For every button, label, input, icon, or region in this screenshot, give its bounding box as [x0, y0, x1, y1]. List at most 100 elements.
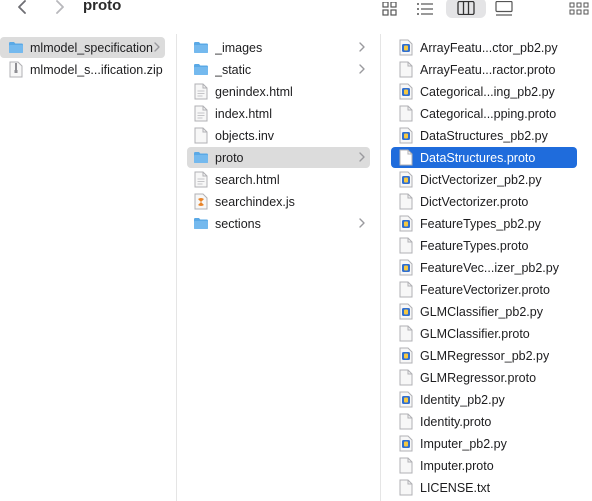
column-folder-contents: _images _static genindex.html index.html obj… [176, 34, 380, 501]
file-item-featurevectorizer-proto[interactable]: FeatureVectorizer.proto [391, 279, 577, 300]
gallery-icon [495, 1, 513, 16]
toolbar: proto [0, 0, 592, 26]
column-parent: mlmodel_specification mlmodel_s...ificati… [0, 34, 175, 501]
document-icon [193, 127, 209, 145]
document-icon [398, 413, 414, 431]
file-item-static[interactable]: _static [187, 59, 370, 80]
python-file-icon [398, 259, 414, 277]
file-item-label: FeatureTypes.proto [420, 238, 529, 253]
file-item-imputer-pb2-py[interactable]: Imputer_pb2.py [391, 433, 577, 454]
file-item-featurevec-izer-pb2-py[interactable]: FeatureVec...izer_pb2.py [391, 257, 577, 278]
file-item-sections[interactable]: sections [187, 213, 370, 234]
chevron-right-icon [154, 42, 160, 52]
group-grid-icon [569, 2, 589, 15]
file-item-featuretypes-proto[interactable]: FeatureTypes.proto [391, 235, 577, 256]
python-file-icon [398, 303, 414, 321]
folder-icon [193, 149, 209, 167]
file-item-search-html[interactable]: search.html [187, 169, 370, 190]
file-item-label: GLMClassifier.proto [420, 326, 530, 341]
file-item-label: _images [215, 40, 263, 55]
document-icon [398, 281, 414, 299]
file-item-identity-proto[interactable]: Identity.proto [391, 411, 577, 432]
file-item-glmclassifier-pb2-py[interactable]: GLMClassifier_pb2.py [391, 301, 577, 322]
file-item-label: GLMClassifier_pb2.py [420, 304, 543, 319]
js-file-icon [193, 193, 209, 211]
file-item-glmclassifier-proto[interactable]: GLMClassifier.proto [391, 323, 577, 344]
python-file-icon [398, 347, 414, 365]
file-item-glmregressor-pb2-py[interactable]: GLMRegressor_pb2.py [391, 345, 577, 366]
file-item-glmregressor-proto[interactable]: GLMRegressor.proto [391, 367, 577, 388]
python-file-icon [398, 391, 414, 409]
chevron-right-icon [359, 152, 365, 162]
file-item-label: search.html [215, 172, 280, 187]
grid-icon [382, 2, 397, 16]
document-icon [398, 457, 414, 475]
html-file-icon [193, 105, 209, 123]
file-item-index-html[interactable]: index.html [187, 103, 370, 124]
list-view-button[interactable] [414, 0, 436, 18]
file-item-label: genindex.html [215, 84, 293, 99]
window-title: proto [83, 0, 122, 14]
file-item-license-txt[interactable]: LICENSE.txt [391, 477, 577, 498]
file-item-searchindex-js[interactable]: searchindex.js [187, 191, 370, 212]
file-item-label: proto [215, 150, 244, 165]
group-button[interactable] [568, 0, 590, 18]
document-icon [398, 369, 414, 387]
document-icon [398, 193, 414, 211]
file-item-categorical-pping-proto[interactable]: Categorical...pping.proto [391, 103, 577, 124]
back-icon[interactable] [12, 0, 34, 18]
column-view-button[interactable] [446, 0, 486, 18]
file-item-label: _static [215, 62, 252, 77]
file-item-label: Identity.proto [420, 414, 492, 429]
file-item-genindex-html[interactable]: genindex.html [187, 81, 370, 102]
file-item-label: objects.inv [215, 128, 275, 143]
file-item-label: GLMRegressor.proto [420, 370, 537, 385]
list-icon [417, 3, 433, 15]
file-item-label: Categorical...ing_pb2.py [420, 84, 555, 99]
file-item-identity-pb2-py[interactable]: Identity_pb2.py [391, 389, 577, 410]
chevron-right-icon [359, 64, 365, 74]
folder-icon [193, 39, 209, 57]
html-file-icon [193, 83, 209, 101]
file-item-label: Imputer_pb2.py [420, 436, 507, 451]
gallery-view-button[interactable] [492, 0, 516, 18]
forward-icon[interactable] [48, 0, 70, 18]
column-proto-contents: ArrayFeatu...ctor_pb2.py ArrayFeatu...rac… [380, 34, 592, 501]
file-item-label: DataStructures.proto [420, 150, 536, 165]
file-item-label: searchindex.js [215, 194, 295, 209]
icon-view-button[interactable] [380, 0, 400, 18]
file-item-categorical-ing-pb2-py[interactable]: Categorical...ing_pb2.py [391, 81, 577, 102]
file-item-datastructures-proto[interactable]: DataStructures.proto [391, 147, 577, 168]
file-item-label: FeatureVectorizer.proto [420, 282, 550, 297]
file-item-label: mlmodel_specification [30, 40, 153, 55]
file-item-imputer-proto[interactable]: Imputer.proto [391, 455, 577, 476]
file-item-featuretypes-pb2-py[interactable]: FeatureTypes_pb2.py [391, 213, 577, 234]
file-item-proto[interactable]: proto [187, 147, 370, 168]
folder-icon [193, 215, 209, 233]
file-item-images[interactable]: _images [187, 37, 370, 58]
file-item-arrayfeatu-ractor-proto[interactable]: ArrayFeatu...ractor.proto [391, 59, 577, 80]
file-item-label: FeatureVec...izer_pb2.py [420, 260, 559, 275]
document-icon [398, 325, 414, 343]
file-item-arrayfeatu-ctor-pb2-py[interactable]: ArrayFeatu...ctor_pb2.py [391, 37, 577, 58]
file-item-label: GLMRegressor_pb2.py [420, 348, 550, 363]
file-item-label: ArrayFeatu...ractor.proto [420, 62, 556, 77]
chevron-right-icon [359, 42, 365, 52]
document-icon [398, 61, 414, 79]
file-item-label: DictVectorizer_pb2.py [420, 172, 542, 187]
file-item-label: Imputer.proto [420, 458, 494, 473]
file-item-label: Identity_pb2.py [420, 392, 505, 407]
file-item-dictvectorizer-pb2-py[interactable]: DictVectorizer_pb2.py [391, 169, 577, 190]
file-item-dictvectorizer-proto[interactable]: DictVectorizer.proto [391, 191, 577, 212]
python-file-icon [398, 171, 414, 189]
python-file-icon [398, 39, 414, 57]
chevron-right-icon [359, 218, 365, 228]
file-item-label: mlmodel_s...ification.zip [30, 62, 163, 77]
file-item-mlmodel-s-ification-zip[interactable]: mlmodel_s...ification.zip [0, 59, 165, 80]
document-icon [398, 105, 414, 123]
file-item-label: sections [215, 216, 261, 231]
file-item-datastructures-pb2-py[interactable]: DataStructures_pb2.py [391, 125, 577, 146]
file-item-mlmodel-specification[interactable]: mlmodel_specification [0, 37, 165, 58]
file-item-objects-inv[interactable]: objects.inv [187, 125, 370, 146]
file-item-label: DataStructures_pb2.py [420, 128, 548, 143]
